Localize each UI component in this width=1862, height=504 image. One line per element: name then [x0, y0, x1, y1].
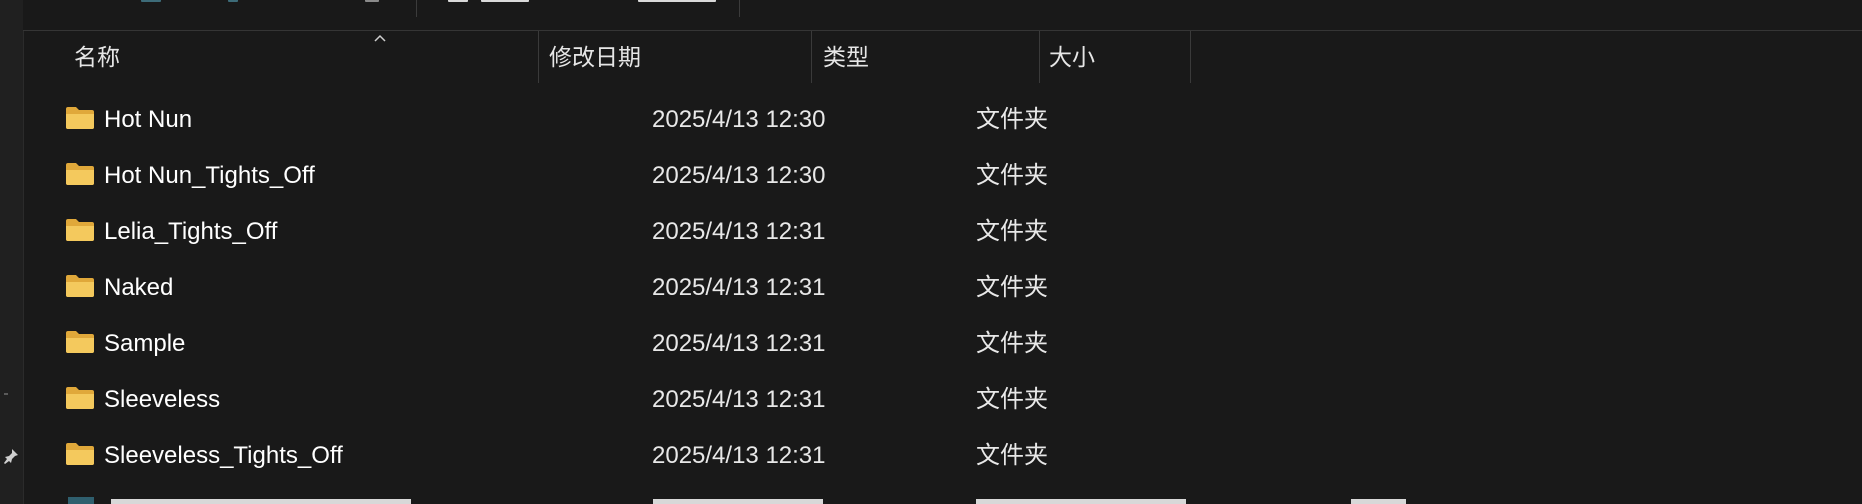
- file-modified: 2025/4/13 12:31: [652, 218, 826, 245]
- list-item[interactable]: Sleeveless_Tights_Off 2025/4/13 12:31 文件…: [23, 428, 1862, 484]
- list-item[interactable]: Naked 2025/4/13 12:31 文件夹: [23, 260, 1862, 316]
- column-header-modified[interactable]: 修改日期: [549, 31, 641, 83]
- file-type: 文件夹: [976, 386, 1048, 413]
- column-header-name[interactable]: 名称: [74, 31, 120, 83]
- folder-icon: [66, 275, 94, 297]
- nav-marker: [4, 393, 8, 395]
- file-name: Lelia_Tights_Off: [104, 218, 278, 245]
- file-type-fragment: [976, 499, 1186, 504]
- file-name-fragment: [111, 499, 411, 504]
- file-size-fragment: [1351, 499, 1406, 504]
- file-modified-fragment: [653, 499, 823, 504]
- file-name: Naked: [104, 274, 174, 301]
- file-modified: 2025/4/13 12:31: [652, 330, 826, 357]
- toolbar-icon-fragment[interactable]: [448, 0, 468, 2]
- file-name: Sample: [104, 330, 186, 357]
- toolbar-icon-fragment[interactable]: [365, 0, 379, 2]
- file-explorer-window: 名称 修改日期 类型 大小 Hot Nun 2025/4/13 12:30 文件…: [0, 0, 1862, 504]
- file-type: 文件夹: [976, 330, 1048, 357]
- toolbar-label-fragment[interactable]: [638, 0, 716, 2]
- list-item[interactable]: Hot Nun 2025/4/13 12:30 文件夹: [23, 92, 1862, 148]
- pin-icon[interactable]: [2, 447, 20, 465]
- list-item[interactable]: Hot Nun_Tights_Off 2025/4/13 12:30 文件夹: [23, 148, 1862, 204]
- file-modified: 2025/4/13 12:31: [652, 274, 826, 301]
- file-name: Sleeveless_Tights_Off: [104, 442, 343, 469]
- file-type: 文件夹: [976, 162, 1048, 189]
- list-item[interactable]: Sleeveless 2025/4/13 12:31 文件夹: [23, 372, 1862, 428]
- list-item[interactable]: Lelia_Tights_Off 2025/4/13 12:31 文件夹: [23, 204, 1862, 260]
- file-modified: 2025/4/13 12:30: [652, 162, 826, 189]
- file-icon: [68, 497, 94, 504]
- list-item-partial[interactable]: [23, 492, 1862, 504]
- folder-icon: [66, 331, 94, 353]
- toolbar-icon-fragment[interactable]: [228, 0, 238, 2]
- toolbar-label-fragment[interactable]: [481, 0, 529, 2]
- file-name: Hot Nun_Tights_Off: [104, 162, 315, 189]
- sort-up-icon: [374, 34, 386, 42]
- column-divider[interactable]: [538, 31, 539, 83]
- file-modified: 2025/4/13 12:31: [652, 386, 826, 413]
- file-type: 文件夹: [976, 274, 1048, 301]
- navigation-pane[interactable]: [0, 0, 24, 504]
- column-divider[interactable]: [811, 31, 812, 83]
- column-divider[interactable]: [1190, 31, 1191, 83]
- column-header-row: 名称 修改日期 类型 大小: [23, 31, 1862, 83]
- file-name: Sleeveless: [104, 386, 221, 413]
- toolbar-divider: [416, 0, 417, 17]
- file-name: Hot Nun: [104, 106, 193, 133]
- column-header-type[interactable]: 类型: [823, 31, 869, 83]
- toolbar-icon-fragment[interactable]: [141, 0, 161, 2]
- list-item[interactable]: Sample 2025/4/13 12:31 文件夹: [23, 316, 1862, 372]
- file-type: 文件夹: [976, 218, 1048, 245]
- command-bar: [23, 0, 1862, 31]
- column-header-size[interactable]: 大小: [1049, 31, 1095, 83]
- file-type: 文件夹: [976, 106, 1048, 133]
- column-divider[interactable]: [1039, 31, 1040, 83]
- file-type: 文件夹: [976, 442, 1048, 469]
- folder-icon: [66, 443, 94, 465]
- folder-icon: [66, 163, 94, 185]
- folder-icon: [66, 387, 94, 409]
- file-modified: 2025/4/13 12:30: [652, 106, 826, 133]
- folder-icon: [66, 107, 94, 129]
- file-modified: 2025/4/13 12:31: [652, 442, 826, 469]
- toolbar-divider: [739, 0, 740, 17]
- folder-icon: [66, 219, 94, 241]
